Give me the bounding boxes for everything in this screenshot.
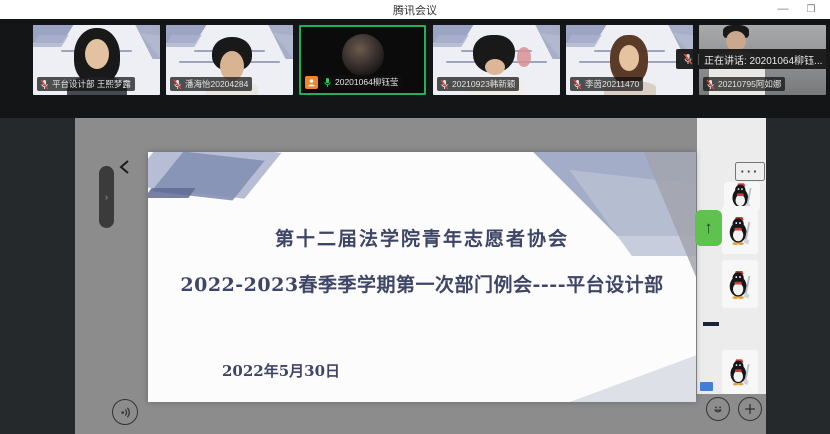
sidebar-handle[interactable]: › [99,166,114,228]
participant-tile-5[interactable]: 李茵20211470 [566,25,693,95]
slide-title-line1: 第十二届法学院青年志愿者协会 [148,224,696,251]
window-title: 腾讯会议 [0,2,830,18]
mic-muted-icon [173,79,182,90]
participant-tile-2[interactable]: 潘海怡20204284 [166,25,293,95]
participant-tile-3-active-speaker[interactable]: 20201064柳钰莹 [299,25,426,95]
participant-name-label: 20210795阿如娜 [703,77,785,91]
participant-name-label: 20201064柳钰莹 [320,75,402,89]
toast-divider [698,54,699,65]
maximize-button[interactable]: ❐ [798,0,824,19]
meeting-window: 腾讯会议 — ❐ › 第十二届法学院青年志愿者协会 2022-2023春季季学期… [0,0,830,434]
mic-muted-icon [40,79,49,90]
sticker-penguin [722,260,758,308]
shared-screen: › 第十二届法学院青年志愿者协会 2022-2023春季季学期第一次部门例会--… [75,118,766,434]
minimize-button[interactable]: — [770,0,796,19]
slide-title-line2: 2022-2023春季季学期第一次部门例会----平台设计部 [148,270,696,297]
mic-muted-icon [706,79,715,90]
titlebar: 腾讯会议 — ❐ [0,0,830,19]
plus-button[interactable] [738,397,762,421]
speaking-status-text: 正在讲话: 20201064柳钰... [704,52,822,67]
speaking-status-toast: 正在讲话: 20201064柳钰... [676,49,829,69]
participant-name-label: 平台设计部 王熙梦露 [37,77,135,91]
chat-link-fragment [700,382,713,391]
slide-decoration [148,188,196,198]
back-arrow-icon[interactable] [117,158,133,176]
participant-tile-1[interactable]: 平台设计部 王熙梦露 [33,25,160,95]
voice-message-button[interactable] [112,399,138,425]
chat-bubble-arrow: ↑ [695,210,722,246]
participant-name-label: 潘海怡20204284 [170,77,252,91]
sticker-penguin [722,206,758,254]
mic-muted-icon [573,79,582,90]
participant-name-label: 20210923韩新颖 [437,77,519,91]
participant-name-label: 李茵20211470 [570,77,643,91]
slide-decoration [548,338,696,402]
chat-menu-dots-icon[interactable]: ··· [735,162,765,181]
mic-muted-icon [683,53,693,65]
chat-text-fragment [703,322,719,326]
host-badge-icon [305,76,318,89]
mic-muted-icon [440,79,449,90]
participant-tile-4[interactable]: 20210923韩新颖 [433,25,560,95]
emoji-button[interactable] [706,397,730,421]
mic-on-icon [323,77,332,88]
slide-image: 第十二届法学院青年志愿者协会 2022-2023春季季学期第一次部门例会----… [148,152,696,402]
avatar [342,34,384,76]
sticker-penguin [722,350,758,394]
slide-date: 2022年5月30日 [222,360,340,381]
